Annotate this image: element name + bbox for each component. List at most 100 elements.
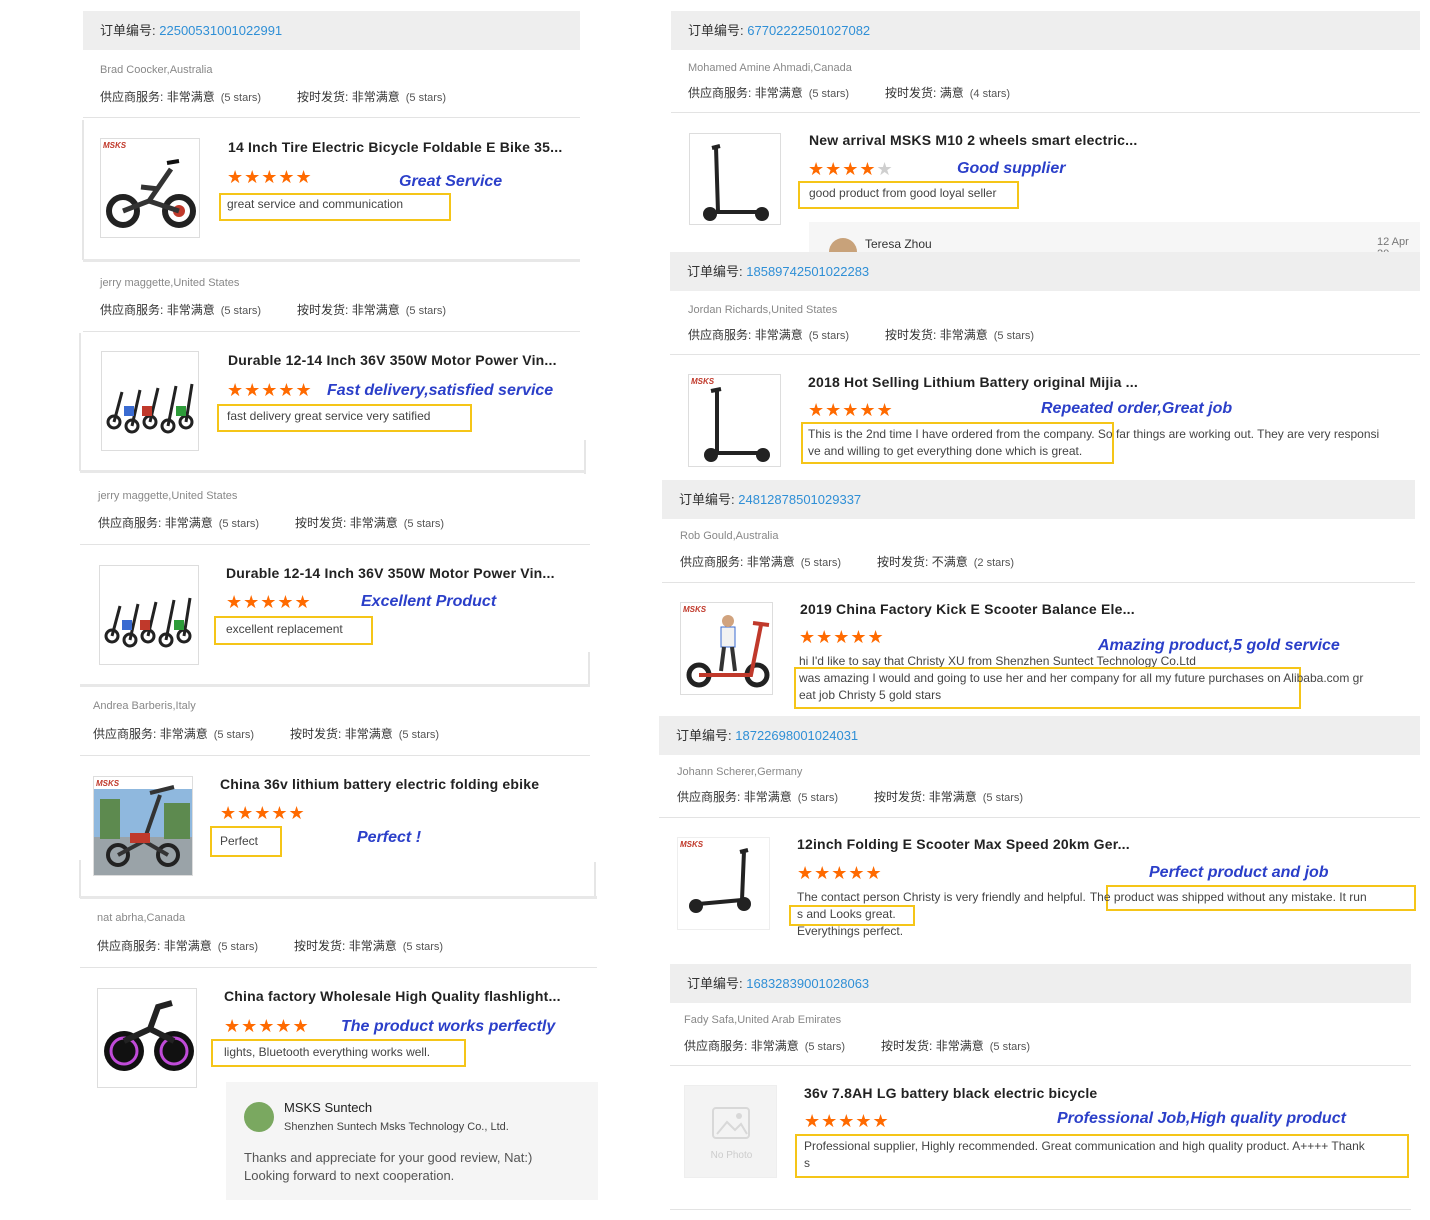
service-stars: (5 stars) bbox=[808, 330, 850, 342]
product-title[interactable]: 14 Inch Tire Electric Bicycle Foldable E… bbox=[228, 139, 562, 155]
review-headline: The product works perfectly bbox=[341, 1018, 556, 1035]
reply-author: MSKS Suntech bbox=[284, 1100, 373, 1115]
review-text: great service and communication bbox=[227, 197, 404, 211]
seller-reply-preview: Teresa Zhou 12 Apr 20 bbox=[809, 222, 1420, 260]
review-text: s bbox=[804, 1156, 810, 1170]
no-photo-label: No Photo bbox=[710, 1150, 753, 1161]
review-text: The contact person Christy is very frien… bbox=[797, 889, 1367, 906]
service-label: 供应商服务: bbox=[100, 90, 164, 104]
ebike-image bbox=[106, 383, 194, 434]
scooter-image bbox=[704, 387, 770, 462]
divider bbox=[80, 544, 590, 545]
product-title[interactable]: Durable 12-14 Inch 36V 350W Motor Power … bbox=[228, 352, 557, 368]
product-thumbnail[interactable]: No Photo bbox=[684, 1085, 777, 1178]
order-number-link[interactable]: 67702222501027082 bbox=[747, 23, 870, 38]
shipping-stars: (5 stars) bbox=[989, 1041, 1031, 1053]
buyer-name: Johann Scherer,Germany bbox=[677, 766, 803, 778]
order-label: 订单编号: bbox=[676, 728, 732, 743]
card-bottom-shadow bbox=[80, 470, 586, 473]
service-stars: (5 stars) bbox=[800, 557, 842, 569]
product-thumbnail[interactable]: MSKS bbox=[100, 138, 200, 238]
review-text: was amazing I would and going to use her… bbox=[799, 670, 1363, 687]
service-label: 供应商服务: bbox=[684, 1039, 748, 1053]
star-rating: ★★★★★ bbox=[226, 593, 312, 611]
product-thumbnail[interactable] bbox=[97, 988, 197, 1088]
buyer-name: jerry maggette,United States bbox=[100, 277, 240, 289]
product-title[interactable]: 36v 7.8AH LG battery black electric bicy… bbox=[804, 1085, 1097, 1101]
product-title[interactable]: 2018 Hot Selling Lithium Battery origina… bbox=[808, 374, 1138, 390]
buyer-name: nat abrha,Canada bbox=[97, 912, 186, 924]
order-header: 订单编号: 18589742501022283 bbox=[670, 252, 1420, 291]
review-text-part: The product was shipped without any mist… bbox=[1089, 890, 1367, 904]
service-value: 非常满意 bbox=[166, 303, 215, 317]
product-title[interactable]: China factory Wholesale High Quality fla… bbox=[224, 988, 561, 1004]
brand-logo: MSKS bbox=[680, 840, 704, 849]
shipping-stars: (5 stars) bbox=[405, 305, 447, 317]
review-text-part: So far things are working out. They are … bbox=[1094, 427, 1380, 441]
shipping-label: 按时发货: bbox=[874, 790, 926, 804]
rating-summary: 供应商服务: 非常满意 (5 stars) 按时发货: 不满意 (2 stars) bbox=[680, 553, 1014, 570]
product-title[interactable]: 2019 China Factory Kick E Scooter Balanc… bbox=[800, 601, 1135, 617]
product-title[interactable]: New arrival MSKS M10 2 wheels smart elec… bbox=[809, 132, 1137, 148]
divider bbox=[83, 117, 580, 118]
buyer-name: Rob Gould,Australia bbox=[680, 530, 779, 542]
order-number-link[interactable]: 18722698001024031 bbox=[735, 728, 858, 743]
rating-summary: 供应商服务: 非常满意 (5 stars) 按时发货: 非常满意 (5 stars) bbox=[98, 514, 444, 531]
product-title[interactable]: China 36v lithium battery electric foldi… bbox=[220, 776, 539, 792]
star-rating: ★★★★★ bbox=[799, 628, 885, 646]
brand-logo: MSKS bbox=[691, 377, 715, 386]
star-icon: ★★★★★ bbox=[799, 627, 885, 647]
seller-reply: MSKS Suntech Shenzhen Suntech Msks Techn… bbox=[226, 1082, 598, 1200]
order-number-link[interactable]: 22500531001022991 bbox=[159, 23, 282, 38]
star-rating: ★★★★★ bbox=[224, 1017, 310, 1035]
buyer-name: Andrea Barberis,Italy bbox=[93, 700, 196, 712]
product-thumbnail[interactable] bbox=[99, 565, 199, 665]
review-text: Perfect bbox=[220, 834, 259, 848]
review-text: s and Looks great. bbox=[797, 907, 896, 921]
star-rating: ★★★★★ bbox=[808, 160, 894, 178]
product-thumbnail[interactable]: MSKS bbox=[677, 837, 770, 930]
order-label: 订单编号: bbox=[687, 976, 743, 991]
order-number-link[interactable]: 18589742501022283 bbox=[746, 264, 869, 279]
star-rating: ★★★★★ bbox=[797, 864, 883, 882]
product-thumbnail[interactable] bbox=[689, 133, 781, 225]
shipping-label: 按时发货: bbox=[297, 303, 349, 317]
service-value: 非常满意 bbox=[166, 90, 215, 104]
divider bbox=[79, 333, 81, 471]
divider bbox=[80, 755, 590, 756]
star-empty-icon: ★ bbox=[876, 159, 894, 179]
review-text-part: was amazing I would and going to use her… bbox=[799, 671, 1264, 685]
product-thumbnail[interactable]: MSKS bbox=[93, 776, 193, 876]
reply-text: Thanks and appreciate for your good revi… bbox=[244, 1150, 533, 1165]
brand-logo: MSKS bbox=[683, 605, 707, 614]
service-value: 非常满意 bbox=[159, 727, 208, 741]
service-label: 供应商服务: bbox=[100, 303, 164, 317]
divider bbox=[79, 860, 81, 898]
rating-summary: 供应商服务: 非常满意 (5 stars) 按时发货: 非常满意 (5 stars) bbox=[100, 88, 446, 105]
star-icon: ★★★★★ bbox=[220, 803, 306, 823]
shipping-stars: (5 stars) bbox=[405, 92, 447, 104]
divider bbox=[662, 582, 1415, 583]
shipping-label: 按时发货: bbox=[290, 727, 342, 741]
shipping-label: 按时发货: bbox=[297, 90, 349, 104]
service-stars: (5 stars) bbox=[217, 941, 259, 953]
review-text: lights, Bluetooth everything works well. bbox=[224, 1045, 431, 1059]
review-headline: Great Service bbox=[399, 173, 503, 190]
shipping-value: 非常满意 bbox=[939, 328, 988, 342]
shipping-label: 按时发货: bbox=[295, 516, 347, 530]
review-text: This is the 2nd time I have ordered from… bbox=[808, 426, 1379, 443]
product-thumbnail[interactable]: MSKS bbox=[680, 602, 773, 695]
shipping-value: 非常满意 bbox=[351, 90, 400, 104]
order-label: 订单编号: bbox=[679, 492, 735, 507]
rating-summary: 供应商服务: 非常满意 (5 stars) 按时发货: 非常满意 (5 stars) bbox=[100, 301, 446, 318]
no-photo-icon bbox=[712, 1107, 750, 1139]
product-title[interactable]: 12inch Folding E Scooter Max Speed 20km … bbox=[797, 836, 1130, 852]
order-number-link[interactable]: 16832839001028063 bbox=[746, 976, 869, 991]
product-title[interactable]: Durable 12-14 Inch 36V 350W Motor Power … bbox=[226, 565, 555, 581]
review-text: excellent replacement bbox=[226, 622, 343, 636]
review-headline: Perfect ! bbox=[357, 829, 422, 846]
product-thumbnail[interactable]: MSKS bbox=[688, 374, 781, 467]
order-header: 订单编号: 67702222501027082 bbox=[671, 11, 1420, 50]
order-number-link[interactable]: 24812878501029337 bbox=[738, 492, 861, 507]
product-thumbnail[interactable] bbox=[101, 351, 199, 451]
